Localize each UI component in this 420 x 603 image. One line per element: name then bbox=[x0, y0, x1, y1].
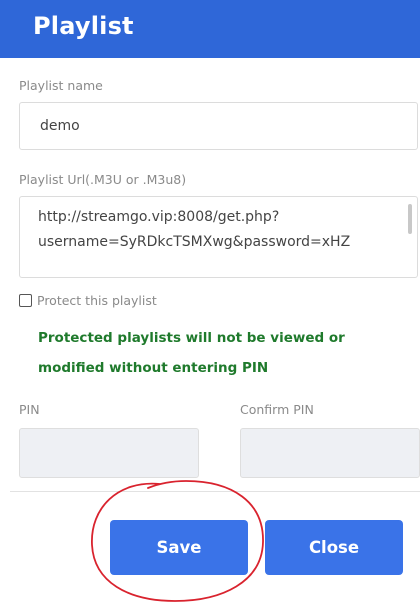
save-button[interactable]: Save bbox=[110, 520, 248, 575]
protect-playlist-checkbox[interactable] bbox=[19, 293, 32, 307]
playlist-url-line: username=SyRDkcTSMXwg&password=xHZ bbox=[38, 234, 351, 250]
playlist-dialog: Playlist Playlist name demo Playlist Url… bbox=[0, 0, 420, 603]
confirm-pin-label: Confirm PIN bbox=[240, 402, 314, 417]
playlist-name-value: demo bbox=[40, 118, 80, 134]
warning-line: modified without entering PIN bbox=[38, 360, 269, 376]
pin-input[interactable] bbox=[19, 428, 199, 478]
dialog-header: Playlist bbox=[0, 0, 420, 58]
protected-warning-text: Protected playlists will not be viewed o… bbox=[38, 323, 413, 383]
playlist-url-textarea[interactable]: http://streamgo.vip:8008/get.php? userna… bbox=[19, 196, 418, 278]
protect-playlist-label[interactable]: Protect this playlist bbox=[37, 293, 157, 308]
playlist-url-line: http://streamgo.vip:8008/get.php? bbox=[38, 209, 280, 225]
pin-label: PIN bbox=[19, 402, 40, 417]
dialog-title: Playlist bbox=[33, 12, 134, 40]
confirm-pin-input[interactable] bbox=[240, 428, 420, 478]
textarea-scrollbar[interactable] bbox=[408, 204, 412, 234]
close-button[interactable]: Close bbox=[265, 520, 403, 575]
warning-line: Protected playlists will not be viewed o… bbox=[38, 330, 345, 346]
protect-playlist-row[interactable]: Protect this playlist bbox=[19, 290, 157, 310]
playlist-name-label: Playlist name bbox=[19, 78, 103, 93]
playlist-url-label: Playlist Url(.M3U or .M3u8) bbox=[19, 172, 187, 187]
playlist-name-input[interactable]: demo bbox=[19, 102, 418, 150]
footer-divider bbox=[10, 491, 420, 492]
